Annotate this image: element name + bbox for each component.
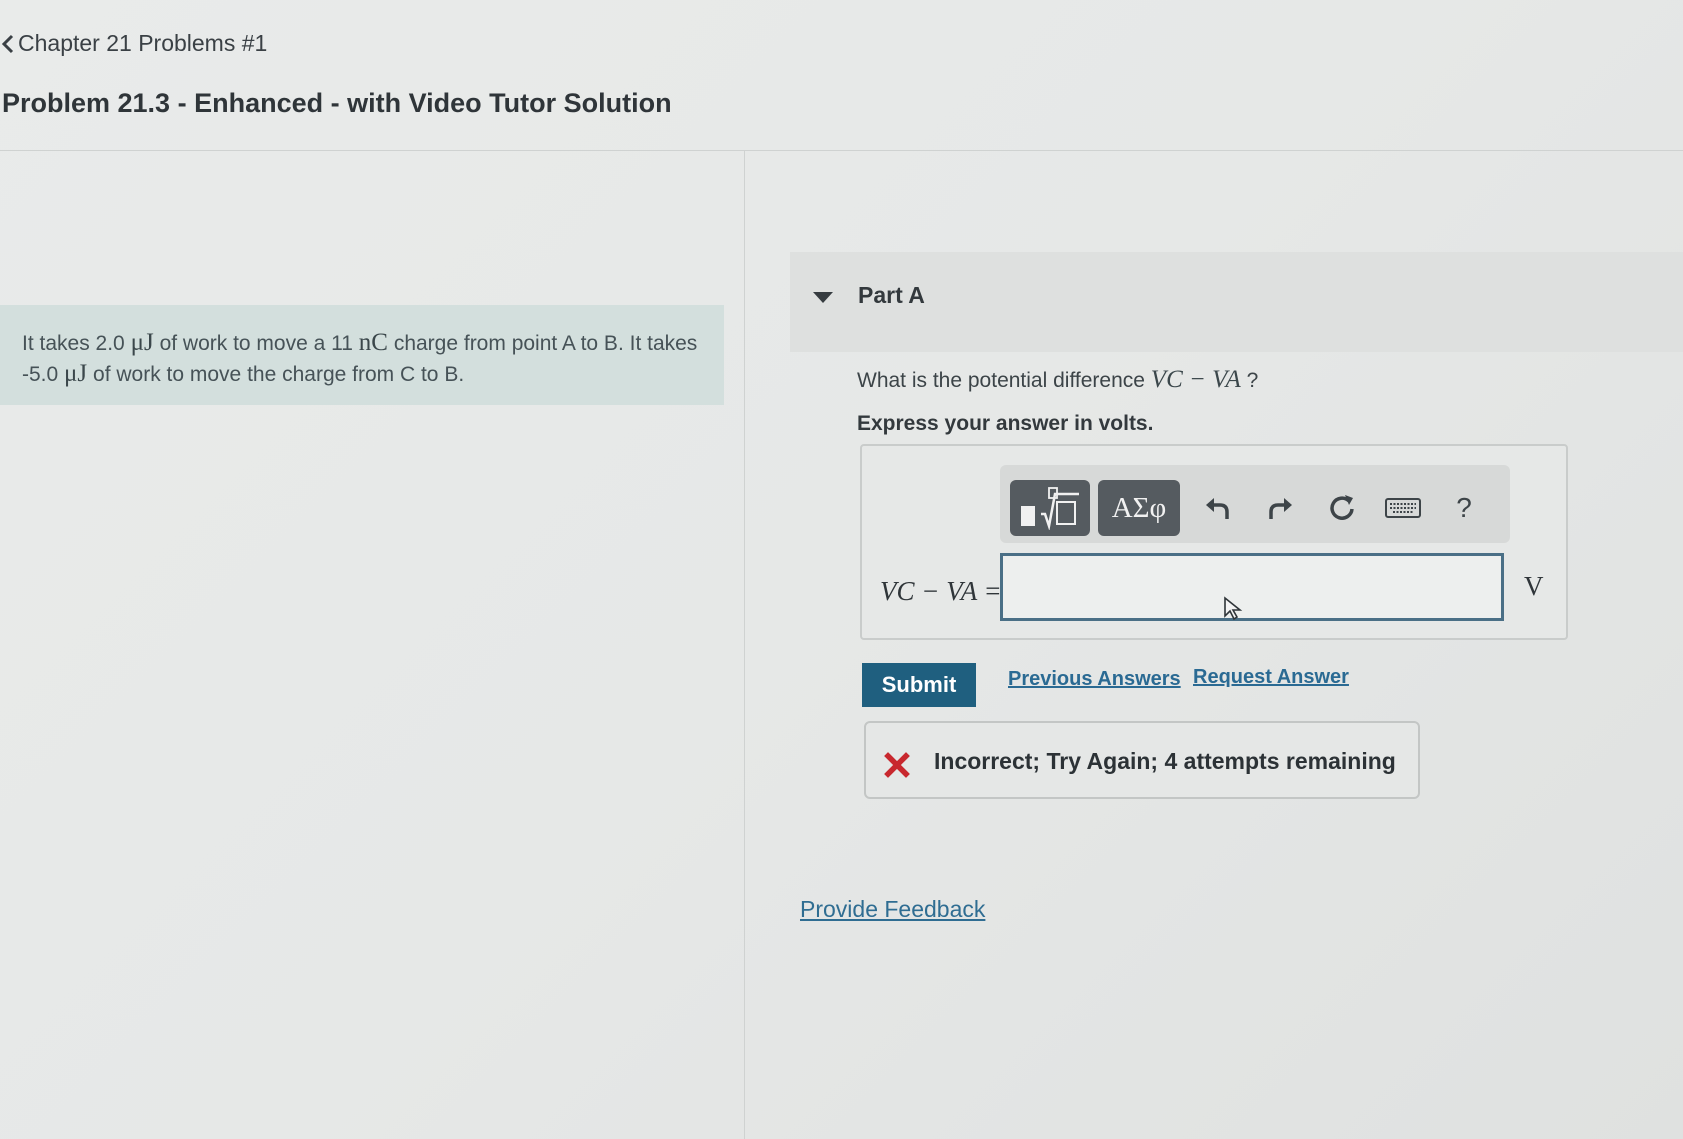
- unit-label: V: [1524, 571, 1544, 601]
- answer-input[interactable]: [1000, 553, 1504, 621]
- keyboard-button[interactable]: [1383, 488, 1423, 528]
- question-text: What is the potential difference VC − VA…: [857, 366, 1258, 394]
- part-a-title[interactable]: Part A: [858, 282, 925, 309]
- keyboard-icon: [1385, 498, 1421, 518]
- mouse-cursor-icon: [1224, 596, 1243, 621]
- submit-button[interactable]: Submit: [862, 663, 976, 707]
- problem-text-4: of work to move the charge from C to B.: [93, 363, 465, 386]
- answer-instruction: Express your answer in volts.: [857, 412, 1154, 435]
- undo-icon: [1206, 498, 1229, 519]
- reset-icon: [1330, 495, 1354, 520]
- answer-label: VC − VA =: [880, 576, 1002, 606]
- breadcrumb[interactable]: Chapter 21 Problems #1: [0, 30, 267, 57]
- chevron-left-icon[interactable]: [0, 33, 16, 55]
- redo-button[interactable]: [1260, 488, 1300, 528]
- previous-answers-link[interactable]: Previous Answers: [1008, 668, 1181, 691]
- column-divider: [744, 150, 745, 1139]
- question-suffix: ?: [1246, 369, 1259, 392]
- unit-microjoule: μJ: [64, 360, 88, 387]
- provide-feedback-link[interactable]: Provide Feedback: [800, 896, 985, 923]
- question-prefix: What is the potential difference: [857, 369, 1145, 392]
- header-divider: [0, 150, 1683, 151]
- problem-text-2: of work to move a 11: [159, 332, 353, 355]
- collapse-caret-icon[interactable]: [813, 292, 833, 303]
- request-answer-link[interactable]: Request Answer: [1193, 666, 1349, 689]
- undo-button[interactable]: [1198, 488, 1238, 528]
- question-expression: VC − VA: [1150, 366, 1241, 393]
- page-title: Problem 21.3 - Enhanced - with Video Tut…: [2, 88, 672, 118]
- templates-button[interactable]: [1010, 480, 1090, 536]
- problem-statement: It takes 2.0 μJ of work to move a 11 nC …: [22, 328, 712, 390]
- greek-symbols-button[interactable]: ΑΣφ: [1098, 480, 1180, 536]
- problem-text-1: It takes 2.0: [22, 332, 125, 355]
- templates-icon: [1021, 487, 1079, 530]
- help-button[interactable]: ?: [1444, 488, 1484, 528]
- breadcrumb-label[interactable]: Chapter 21 Problems #1: [18, 30, 267, 57]
- unit-microjoule: μJ: [130, 329, 154, 356]
- redo-icon: [1269, 498, 1292, 519]
- unit-nanocoulomb: nC: [358, 329, 388, 356]
- reset-button[interactable]: [1322, 488, 1362, 528]
- incorrect-x-icon: [884, 752, 910, 778]
- feedback-message: Incorrect; Try Again; 4 attempts remaini…: [934, 748, 1396, 774]
